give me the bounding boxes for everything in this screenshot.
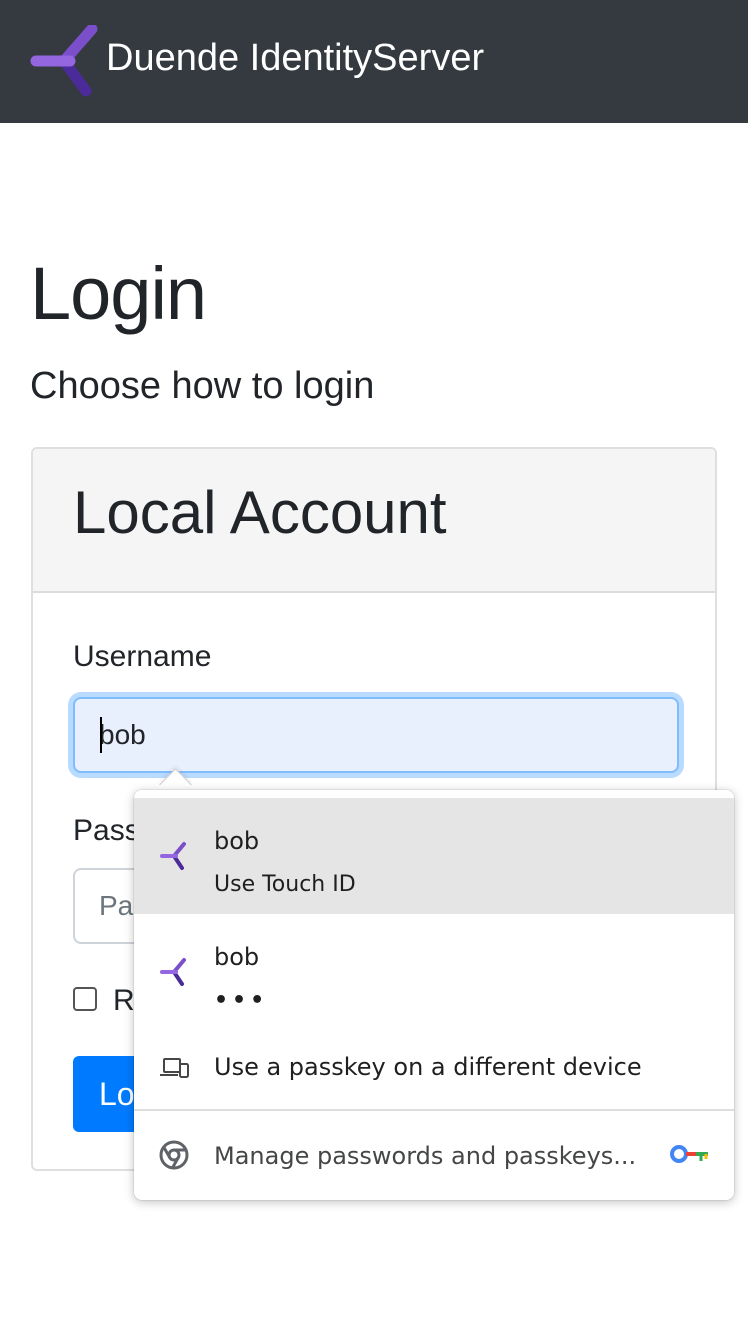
page-subtitle: Choose how to login — [30, 365, 375, 407]
remember-label: R — [113, 984, 135, 1017]
other-device-label: Use a passkey on a different device — [214, 1053, 642, 1081]
duende-passkey-icon — [160, 958, 186, 986]
passkey-other-device-option[interactable]: Use a passkey on a different device — [134, 1030, 734, 1104]
username-input[interactable]: bob — [73, 697, 679, 773]
option-username: bob — [214, 943, 260, 971]
username-label: Username — [73, 640, 212, 673]
option-method: Use Touch ID — [214, 872, 356, 897]
option-masked-detail: ••• — [214, 988, 269, 1013]
brand-name[interactable]: Duende IdentityServer — [106, 36, 484, 80]
top-navbar: Duende IdentityServer — [0, 0, 748, 123]
google-password-key-icon — [670, 1145, 708, 1163]
manage-passwords-option[interactable]: Manage passwords and passkeys... — [134, 1111, 734, 1200]
duende-logo-icon[interactable] — [30, 25, 98, 98]
duende-passkey-icon — [160, 842, 186, 870]
username-value: bob — [99, 719, 146, 750]
passkey-autofill-popup: bob Use Touch ID bob ••• Use a passkey o… — [134, 790, 734, 1200]
card-title: Local Account — [73, 479, 447, 546]
passkey-option-bob[interactable]: bob ••• — [134, 914, 734, 1030]
option-username: bob — [214, 827, 260, 855]
passkey-option-touch-id[interactable]: bob Use Touch ID — [134, 798, 734, 914]
password-placeholder: Pa — [99, 890, 134, 921]
text-caret — [100, 717, 102, 753]
chrome-icon — [159, 1140, 189, 1170]
card-header: Local Account — [33, 449, 715, 593]
password-label: Pass — [73, 814, 140, 847]
devices-icon — [160, 1058, 189, 1078]
manage-passwords-label: Manage passwords and passkeys... — [214, 1142, 637, 1170]
page-title: Login — [30, 252, 207, 335]
remember-checkbox[interactable] — [73, 987, 97, 1011]
